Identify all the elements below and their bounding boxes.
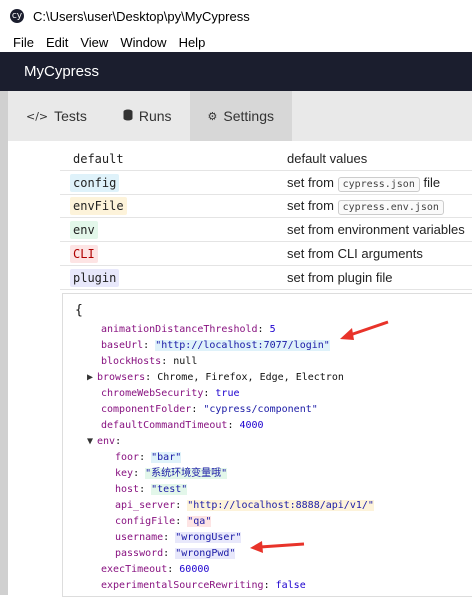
legend-desc: set from plugin file bbox=[287, 269, 393, 285]
config-line-execTimeout: execTimeout: 60000 bbox=[101, 564, 210, 575]
legend-key-envfile: envFile bbox=[70, 197, 127, 216]
legend-desc-prefix: set from bbox=[287, 174, 334, 190]
legend-key-default: default bbox=[73, 151, 124, 166]
settings-content: default default values config set from c… bbox=[0, 141, 472, 597]
config-line-browsers[interactable]: ▶ browsers: Chrome, Firefox, Edge, Electr… bbox=[87, 370, 344, 386]
config-line-defaultCommandTimeout: defaultCommandTimeout: 4000 bbox=[101, 420, 264, 431]
legend-row: envFile set from cypress.env.json bbox=[60, 195, 472, 219]
config-line-baseUrl: baseUrl: "http://localhost:7077/login" bbox=[101, 340, 330, 351]
cypress-env-json-chip: cypress.env.json bbox=[337, 200, 444, 216]
expand-caret-icon[interactable]: ▶ bbox=[87, 370, 97, 386]
tab-tests[interactable]: </> Tests bbox=[8, 91, 105, 141]
config-line-chromeWebSecurity: chromeWebSecurity: true bbox=[101, 388, 240, 399]
collapse-caret-icon[interactable]: ▼ bbox=[87, 434, 97, 450]
config-line-blockHosts: blockHosts: null bbox=[101, 356, 198, 367]
legend-key-config: config bbox=[70, 173, 120, 192]
config-open-brace: { bbox=[75, 303, 83, 318]
config-line-experimentalSourceRewriting: experimentalSourceRewriting: false bbox=[101, 580, 306, 591]
project-name: MyCypress bbox=[24, 63, 100, 80]
legend-desc: set from CLI arguments bbox=[287, 246, 423, 262]
legend-desc: set from environment variables bbox=[287, 222, 465, 238]
cypress-json-chip: cypress.json bbox=[337, 176, 420, 192]
legend-row: env set from environment variables bbox=[60, 218, 472, 243]
nav-tabs: </> Tests Runs ⚙ Settings bbox=[0, 91, 472, 141]
menu-bar: File Edit View Window Help bbox=[0, 32, 472, 52]
legend-row: plugin set from plugin file bbox=[60, 266, 472, 290]
config-line-animationDistanceThreshold: animationDistanceThreshold: 5 bbox=[101, 324, 276, 335]
database-icon bbox=[123, 109, 133, 124]
config-line-env-password: password: "wrongPwd" bbox=[115, 548, 236, 559]
legend-row: default default values bbox=[60, 147, 472, 171]
cy-logo-icon: cy bbox=[10, 9, 24, 23]
red-arrow-annotation bbox=[340, 320, 389, 340]
config-line-env-key: key: "系统环境变量哦" bbox=[115, 468, 228, 479]
legend-desc-suffix: file bbox=[423, 174, 441, 190]
config-legend: default default values config set from c… bbox=[60, 147, 472, 290]
app-header: MyCypress bbox=[0, 52, 472, 91]
legend-row: CLI set from CLI arguments bbox=[60, 242, 472, 266]
config-line-env[interactable]: ▼ env: bbox=[87, 434, 121, 450]
legend-desc-prefix: set from bbox=[287, 198, 334, 214]
menu-file[interactable]: File bbox=[0, 35, 40, 50]
tab-settings[interactable]: ⚙ Settings bbox=[189, 91, 292, 141]
legend-desc: set from cypress.json file bbox=[287, 174, 472, 192]
legend-row: config set from cypress.json file bbox=[60, 171, 472, 195]
legend-key-plugin: plugin bbox=[70, 268, 120, 287]
tab-tests-label: Tests bbox=[54, 108, 87, 124]
menu-view[interactable]: View bbox=[74, 35, 114, 50]
config-line-env-username: username: "wrongUser" bbox=[115, 532, 242, 543]
window-title: C:\Users\user\Desktop\py\MyCypress bbox=[33, 8, 250, 24]
menu-window[interactable]: Window bbox=[114, 35, 172, 50]
window-titlebar: cy C:\Users\user\Desktop\py\MyCypress bbox=[0, 0, 472, 32]
code-icon: </> bbox=[26, 109, 49, 123]
tab-runs[interactable]: Runs bbox=[105, 91, 190, 141]
config-line-componentFolder: componentFolder: "cypress/component" bbox=[101, 404, 318, 415]
legend-desc: set from cypress.env.json bbox=[287, 198, 472, 216]
menu-edit[interactable]: Edit bbox=[40, 35, 74, 50]
gear-icon: ⚙ bbox=[207, 109, 218, 123]
config-line-env-host: host: "test" bbox=[115, 484, 188, 495]
tab-settings-label: Settings bbox=[223, 108, 274, 124]
red-arrow-annotation bbox=[250, 541, 305, 553]
config-line-env-api_server: api_server: "http://localhost:8888/api/v… bbox=[115, 500, 374, 511]
menu-help[interactable]: Help bbox=[173, 35, 212, 50]
config-line-env-foor: foor: "bar" bbox=[115, 452, 182, 463]
tab-runs-label: Runs bbox=[138, 108, 172, 124]
config-line-env-configFile: configFile: "qa" bbox=[115, 516, 212, 527]
legend-key-env: env bbox=[70, 221, 98, 240]
legend-desc: default values bbox=[287, 150, 368, 166]
legend-key-cli: CLI bbox=[70, 245, 98, 264]
